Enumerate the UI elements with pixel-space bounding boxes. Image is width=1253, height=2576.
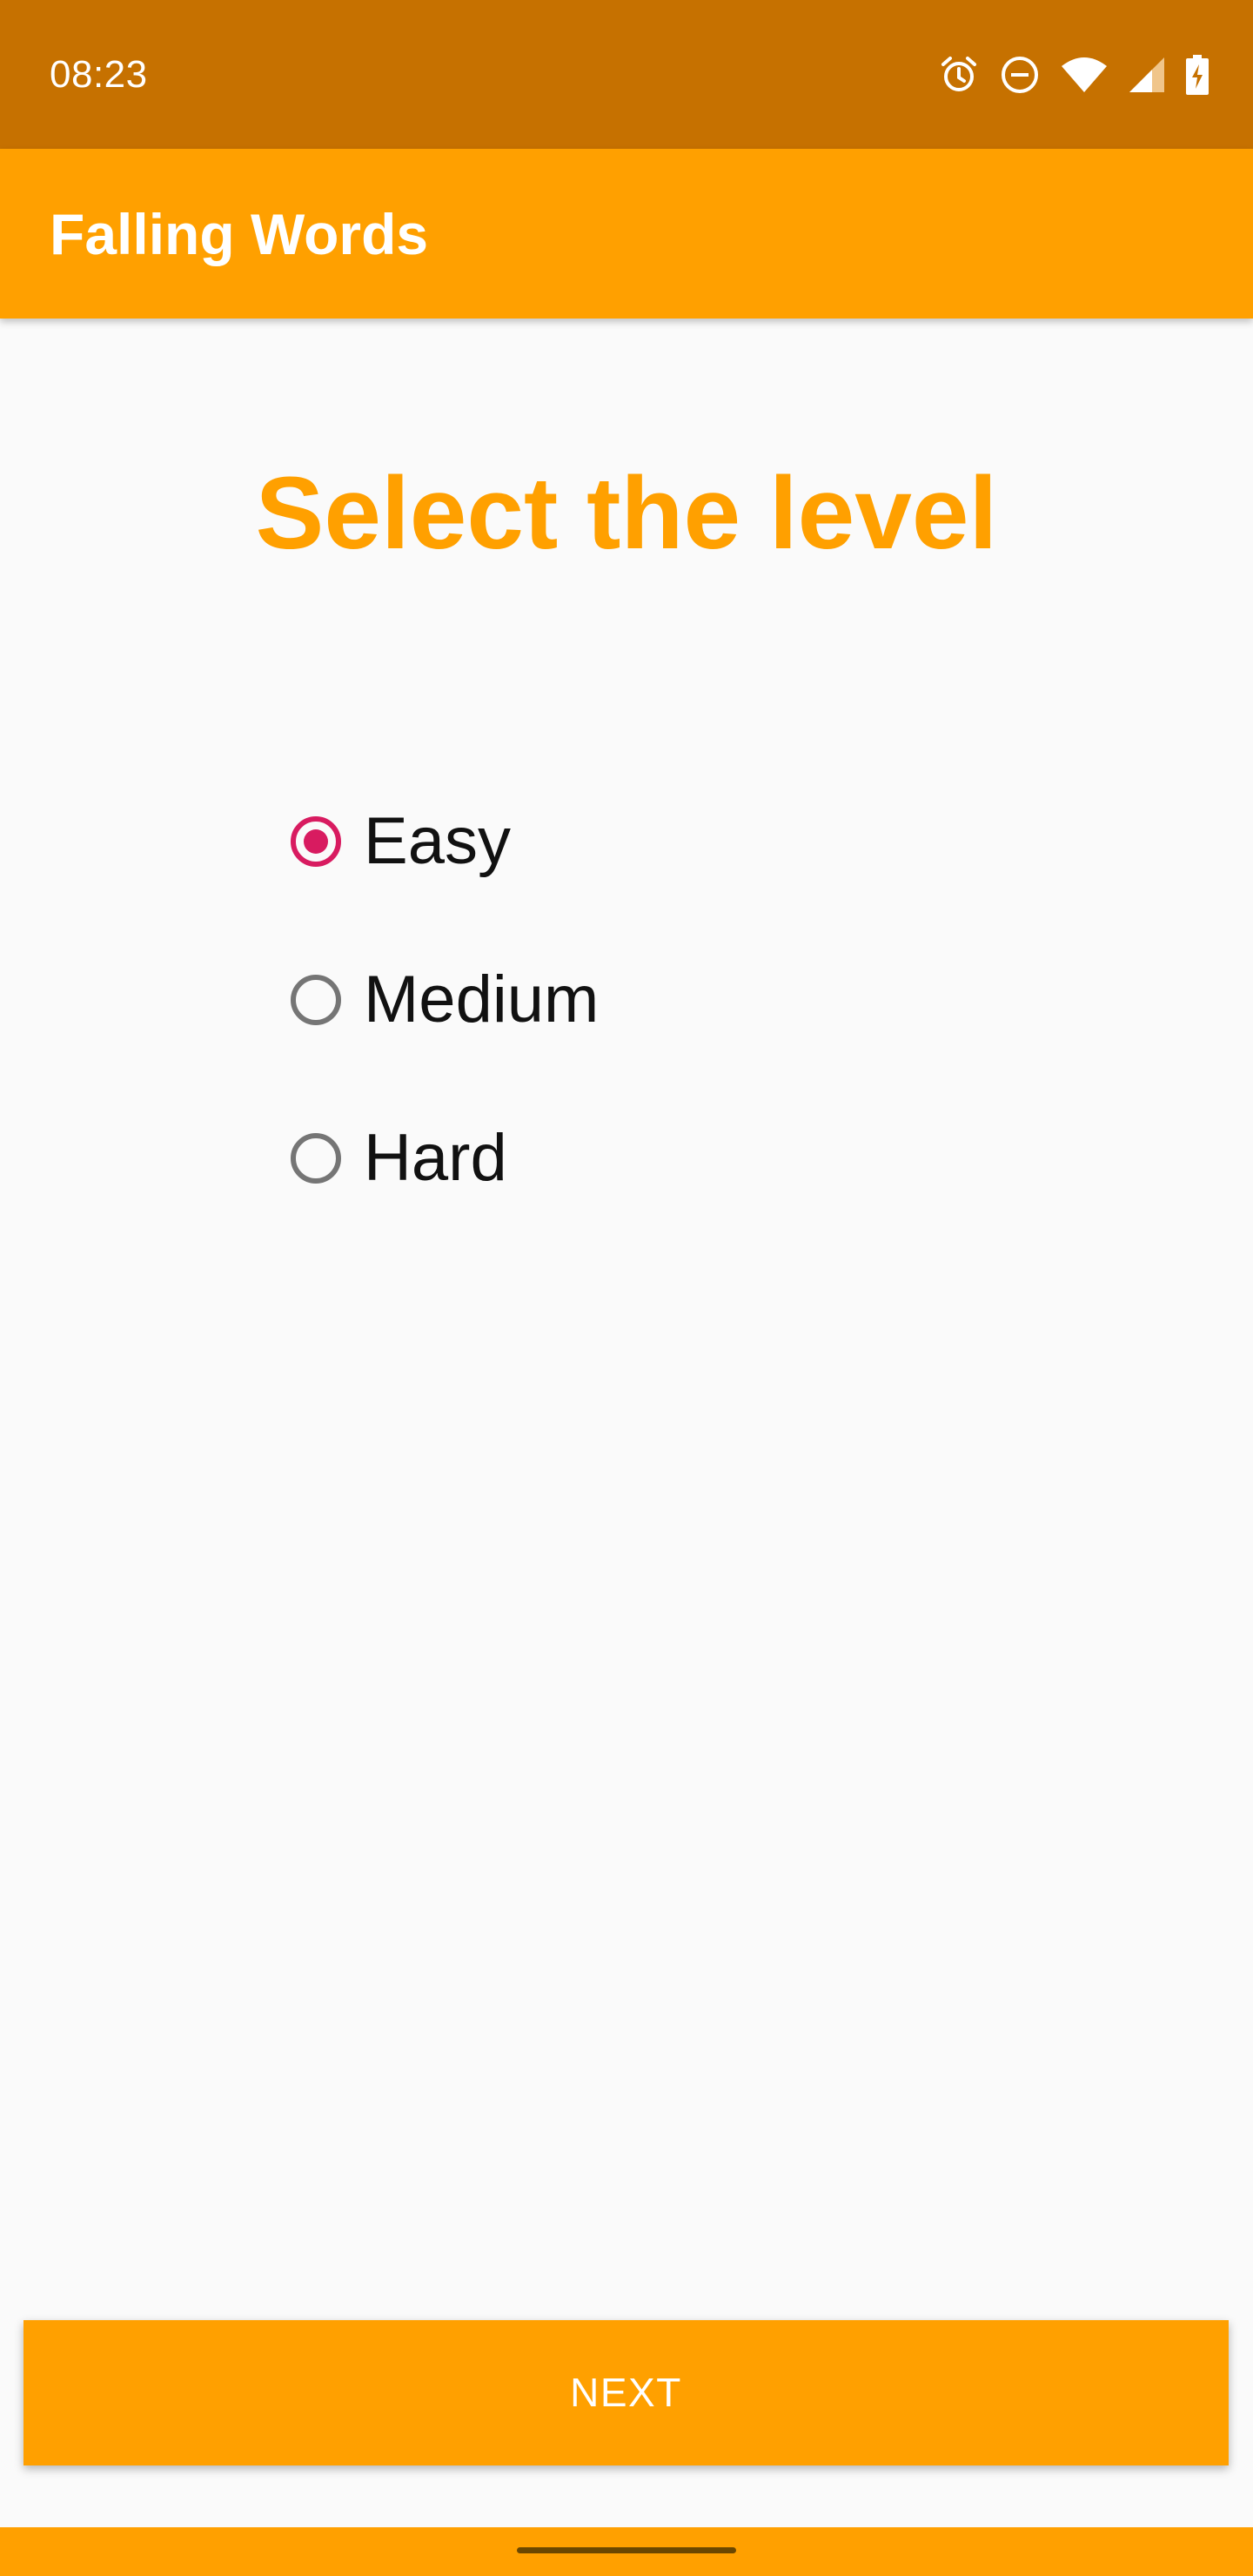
app-title: Falling Words — [50, 202, 429, 266]
navigation-bar — [0, 2527, 1253, 2576]
radio-button-checked-icon[interactable] — [291, 816, 341, 867]
alarm-icon — [938, 54, 980, 96]
radio-label-medium: Medium — [364, 963, 600, 1036]
radio-button-unchecked-icon[interactable] — [291, 1133, 341, 1184]
battery-charging-icon — [1185, 54, 1209, 96]
status-time: 08:23 — [50, 53, 148, 96]
radio-label-easy: Easy — [364, 804, 511, 878]
cell-signal-icon — [1128, 54, 1166, 96]
do-not-disturb-icon — [999, 54, 1041, 96]
next-button[interactable]: NEXT — [23, 2320, 1229, 2465]
page-title: Select the level — [255, 456, 998, 571]
radio-option-easy[interactable]: Easy — [285, 762, 982, 921]
radio-option-medium[interactable]: Medium — [285, 921, 982, 1079]
radio-option-hard[interactable]: Hard — [285, 1079, 982, 1238]
home-gesture-handle[interactable] — [517, 2547, 736, 2553]
status-icons — [938, 50, 1209, 99]
status-bar: 08:23 — [0, 0, 1253, 149]
radio-button-unchecked-icon[interactable] — [291, 975, 341, 1025]
level-radio-group: Easy Medium Hard — [285, 762, 982, 1238]
wifi-icon — [1060, 54, 1109, 96]
app-bar: Falling Words — [0, 149, 1253, 319]
radio-label-hard: Hard — [364, 1121, 507, 1195]
